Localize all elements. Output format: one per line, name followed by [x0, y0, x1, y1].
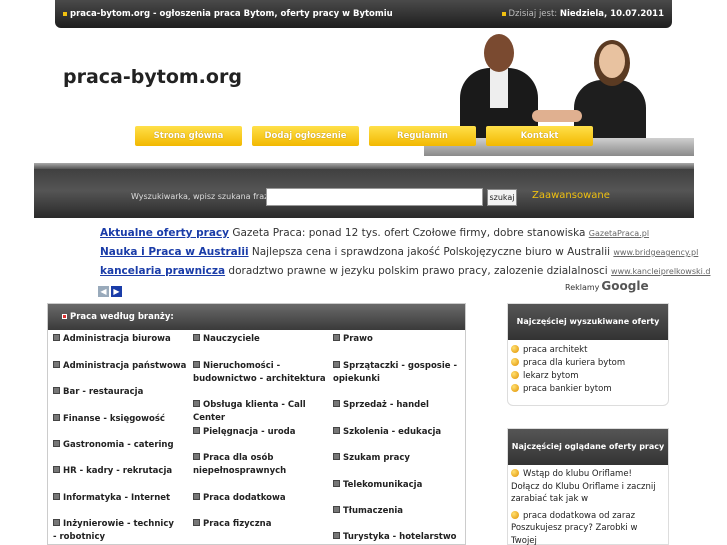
ad-title[interactable]: Nauka i Praca w Australii: [100, 246, 249, 258]
category-link[interactable]: Gastronomia - catering: [53, 439, 183, 452]
category-link[interactable]: Tłumaczenia: [333, 505, 463, 518]
site-description: praca-bytom.org - ogłoszenia praca Bytom…: [63, 9, 393, 19]
category-link[interactable]: Administracja biurowa: [53, 333, 183, 346]
category-link[interactable]: Finanse - księgowość: [53, 413, 183, 426]
ad-block: Aktualne oferty pracy Gazeta Praca: pona…: [100, 227, 711, 284]
category-icon: [333, 453, 340, 460]
bullet-icon: [63, 11, 67, 16]
category-link[interactable]: Sprzątaczki - gosposie - opiekunki: [333, 360, 463, 386]
ad-item: Aktualne oferty pracy Gazeta Praca: pona…: [100, 227, 650, 239]
category-link[interactable]: Telekomunikacja: [333, 479, 463, 492]
ad-title[interactable]: kancelaria prawnicza: [100, 265, 225, 277]
category-icon: [333, 532, 340, 539]
category-icon: [193, 400, 200, 407]
list-item[interactable]: Wstąp do klubu Oriflame! Dołącz do Klubu …: [508, 465, 668, 506]
category-icon: [193, 334, 200, 341]
category-link[interactable]: Praca fizyczna: [193, 518, 333, 531]
nav-rules[interactable]: Regulamin: [369, 126, 476, 146]
nav-add-ad[interactable]: Dodaj ogłoszenie: [252, 126, 359, 146]
category-link[interactable]: Turystyka - hotelarstwo: [333, 531, 463, 544]
category-icon: [53, 387, 60, 394]
category-icon: [333, 400, 340, 407]
category-icon: [53, 493, 60, 500]
site-logo[interactable]: praca-bytom.org: [63, 66, 242, 88]
category-link[interactable]: Bar - restauracja: [53, 386, 183, 399]
category-icon: [53, 414, 60, 421]
search-label: Wyszukiwarka, wpisz szukana frazę:: [131, 192, 276, 201]
most-searched-panel: Najczęściej wyszukiwane oferty praca arc…: [507, 303, 669, 406]
ad-arrows: ◀ ▶: [98, 279, 124, 298]
categories-panel: Praca według branży: Administracja biuro…: [47, 303, 466, 545]
bullet-icon: [511, 371, 519, 379]
category-icon: [193, 453, 200, 460]
category-icon: [333, 427, 340, 434]
category-icon: [333, 334, 340, 341]
nav-home[interactable]: Strona główna: [135, 126, 242, 146]
category-link[interactable]: Inżynierowie - technicy - robotnicy: [53, 518, 178, 544]
ad-url[interactable]: www.bridgeagency.pl: [613, 248, 698, 257]
list-item[interactable]: praca dla kuriera bytom: [511, 357, 668, 370]
header: praca-bytom.org Strona główna Dodaj ogło…: [34, 28, 694, 156]
category-icon: [333, 506, 340, 513]
search-button[interactable]: szukaj: [487, 189, 517, 206]
bullet-icon: [511, 510, 519, 519]
ad-title[interactable]: Aktualne oferty pracy: [100, 227, 229, 239]
category-icon: [53, 334, 60, 341]
ads-by-google[interactable]: Reklamy Google: [565, 279, 649, 293]
bullet-icon: [511, 469, 519, 477]
ad-item: kancelaria prawnicza doradztwo prawne w …: [100, 265, 711, 277]
chevron-right-icon[interactable]: ▶: [111, 286, 122, 297]
category-icon: [53, 519, 60, 526]
category-icon: [193, 361, 200, 368]
category-link[interactable]: Praca dla osób niepełnosprawnych: [193, 452, 293, 478]
nav-contact[interactable]: Kontakt: [486, 126, 593, 146]
category-icon: [193, 427, 200, 434]
category-link[interactable]: Pielęgnacja - uroda: [193, 426, 333, 439]
date-display: Dzisiaj jest: Niedziela, 10.07.2011: [501, 9, 664, 19]
category-link[interactable]: Obsługa klienta - Call Center: [193, 399, 333, 425]
top-bar: praca-bytom.org - ogłoszenia praca Bytom…: [55, 0, 672, 28]
category-link[interactable]: Nieruchomości - budownictwo - architektu…: [193, 360, 333, 386]
category-icon: [333, 361, 340, 368]
list-item[interactable]: praca dodatkowa od zaraz Poszukujesz prac…: [508, 506, 668, 545]
most-searched-title: Najczęściej wyszukiwane oferty: [508, 304, 668, 340]
category-link[interactable]: Prawo: [333, 333, 463, 346]
category-icon: [193, 493, 200, 500]
advanced-search-link[interactable]: Zaawansowane: [532, 190, 610, 201]
search-input[interactable]: [266, 188, 483, 206]
category-link[interactable]: HR - kadry - rekrutacja: [53, 465, 183, 478]
category-link[interactable]: Sprzedaż - handel: [333, 399, 463, 412]
bullet-icon: [511, 384, 519, 392]
category-icon: [53, 440, 60, 447]
category-icon: [333, 480, 340, 487]
category-link[interactable]: Administracja państwowa: [53, 360, 193, 373]
category-link[interactable]: Praca dodatkowa: [193, 492, 333, 505]
category-link[interactable]: Szukam pracy: [333, 452, 463, 465]
list-item[interactable]: praca architekt: [511, 344, 668, 357]
category-icon: [53, 466, 60, 473]
most-viewed-title: Najczęściej oglądane oferty pracy: [508, 429, 668, 465]
category-link[interactable]: Informatyka - Internet: [53, 492, 183, 505]
category-icon: [53, 361, 60, 368]
search-bar: Wyszukiwarka, wpisz szukana frazę: szuka…: [34, 163, 694, 218]
bullet-icon: [62, 314, 67, 319]
bullet-icon: [501, 11, 506, 16]
category-icon: [193, 519, 200, 526]
list-item[interactable]: praca bankier bytom: [511, 383, 668, 396]
bullet-icon: [511, 358, 519, 366]
ad-url[interactable]: GazetaPraca.pl: [589, 229, 649, 238]
chevron-left-icon[interactable]: ◀: [98, 286, 109, 297]
category-link[interactable]: Nauczyciele: [193, 333, 333, 346]
bullet-icon: [511, 345, 519, 353]
most-viewed-panel: Najczęściej oglądane oferty pracy Wstąp …: [507, 428, 669, 545]
categories-header: Praca według branży:: [48, 304, 465, 330]
category-link[interactable]: Szkolenia - edukacja: [333, 426, 463, 439]
ad-url[interactable]: www.kancleiprelkowski.d: [611, 267, 710, 276]
list-item[interactable]: lekarz bytom: [511, 370, 668, 383]
ad-item: Nauka i Praca w Australii Najlepsza cena…: [100, 246, 699, 258]
